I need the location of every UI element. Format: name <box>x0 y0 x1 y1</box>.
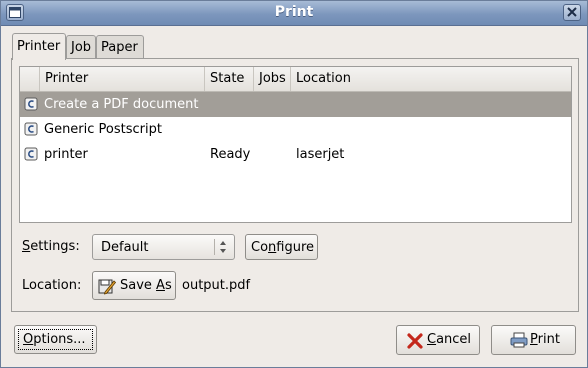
printer-row-printer[interactable]: printer Ready laserjet <box>20 142 571 167</box>
printer-name: printer <box>44 147 88 162</box>
cancel-label: Cancel <box>427 332 471 347</box>
combo-separator <box>214 239 215 255</box>
print-label-mnemonic: P <box>530 332 538 347</box>
printer-row-pdf[interactable]: Create a PDF document <box>20 92 571 117</box>
settings-label-rest: ettings: <box>30 239 80 254</box>
tab-paper-label: Paper <box>101 40 138 55</box>
print-label-rest: rint <box>537 332 560 347</box>
column-header-jobs[interactable]: Jobs <box>253 67 290 91</box>
print-icon <box>510 332 528 348</box>
save-as-label-prefix: Save <box>120 278 157 293</box>
printer-state: Ready <box>210 147 251 162</box>
printer-name: Generic Postscript <box>44 122 162 137</box>
tab-paper[interactable]: Paper <box>96 35 144 59</box>
cancel-button[interactable]: Cancel <box>396 325 480 355</box>
column-header-printer[interactable]: Printer <box>39 67 204 91</box>
options-button[interactable]: Options... <box>14 325 97 354</box>
printer-icon <box>24 147 38 161</box>
tab-printer[interactable]: Printer <box>12 33 66 60</box>
printer-icon <box>24 122 38 136</box>
save-as-label-rest: s <box>164 278 172 293</box>
print-dialog: Print Printer Job Paper Printer State Jo… <box>0 0 588 368</box>
close-button[interactable] <box>563 4 581 21</box>
cancel-label-rest: ancel <box>436 332 472 347</box>
options-label-mnemonic: O <box>23 332 34 347</box>
cancel-label-mnemonic: C <box>427 332 437 347</box>
settings-label: Settings: <box>22 239 80 254</box>
settings-combo-value: Default <box>101 240 149 255</box>
configure-label-prefix: Co <box>251 240 269 255</box>
save-as-label: Save As <box>120 278 172 293</box>
configure-label-rest: figure <box>276 240 315 255</box>
options-label: Options... <box>23 332 86 347</box>
print-button[interactable]: Print <box>491 325 576 355</box>
printer-tab-panel: Printer State Jobs Location Create a PDF… <box>11 58 579 312</box>
print-label: Print <box>530 332 560 347</box>
tab-job[interactable]: Job <box>66 35 96 59</box>
cancel-x-icon <box>407 333 423 349</box>
printer-icon <box>24 97 38 111</box>
title-bar: Print <box>1 1 587 26</box>
window-title: Print <box>274 4 314 20</box>
column-header-state[interactable]: State <box>204 67 253 91</box>
save-as-label-mnemonic: A <box>156 278 165 293</box>
output-filename: output.pdf <box>182 278 251 293</box>
printer-location: laserjet <box>296 147 345 162</box>
printer-row-postscript[interactable]: Generic Postscript <box>20 117 571 142</box>
configure-label: Configure <box>251 240 314 255</box>
save-as-button[interactable]: Save As <box>92 271 176 300</box>
printer-list[interactable]: Printer State Jobs Location Create a PDF… <box>19 66 572 223</box>
location-label: Location: <box>22 278 82 293</box>
close-icon <box>567 7 577 17</box>
printer-name: Create a PDF document <box>44 97 199 112</box>
options-label-rest: ptions... <box>33 332 86 347</box>
tab-printer-label: Printer <box>17 39 61 54</box>
configure-button[interactable]: Configure <box>245 234 318 260</box>
save-as-icon <box>98 279 116 295</box>
printer-list-header: Printer State Jobs Location <box>20 67 571 92</box>
settings-combo[interactable]: Default <box>92 234 235 260</box>
column-header-icon[interactable] <box>20 67 39 91</box>
tab-job-label: Job <box>71 40 92 55</box>
column-header-location[interactable]: Location <box>290 67 571 91</box>
combo-arrows-icon <box>220 241 226 253</box>
